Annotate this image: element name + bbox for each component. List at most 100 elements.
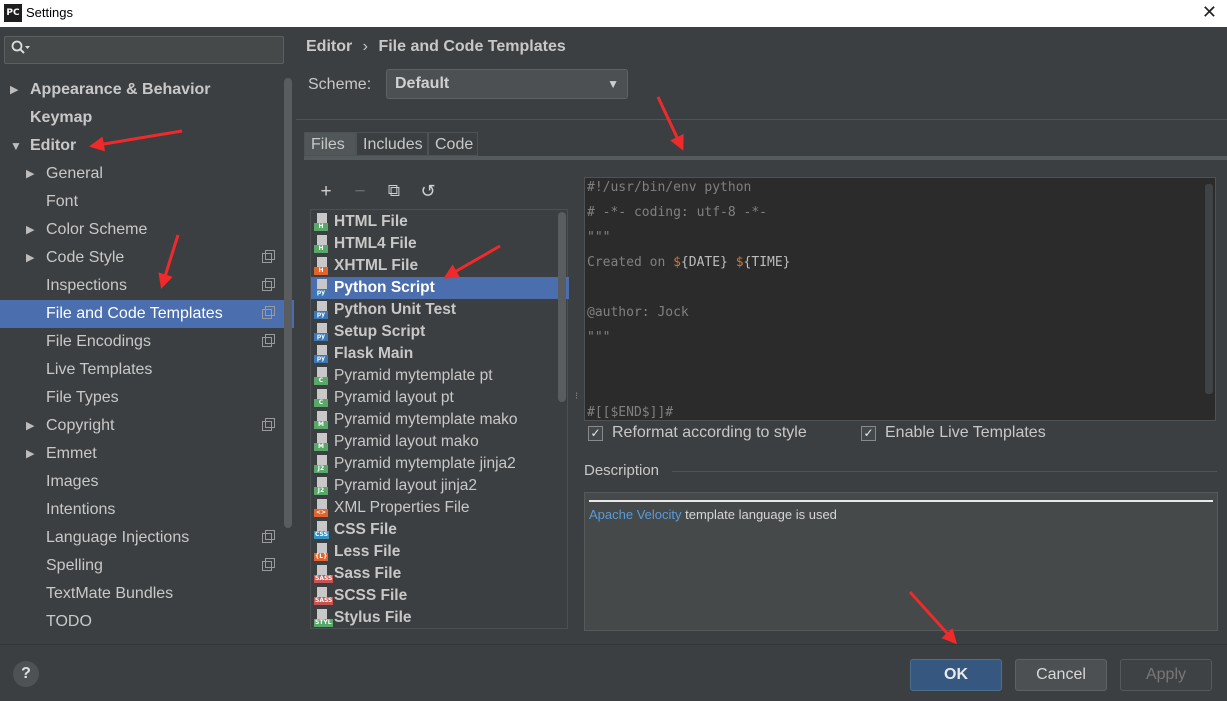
template-item[interactable]: SASS Sass File xyxy=(311,563,569,585)
sidebar-item-file-and-code-templates[interactable]: File and Code Templates xyxy=(0,300,294,328)
template-item[interactable]: C Pyramid mytemplate pt xyxy=(311,365,569,387)
copy-icon[interactable]: ⧉ xyxy=(383,181,405,201)
ok-button[interactable]: OK xyxy=(910,659,1002,691)
remove-icon[interactable]: − xyxy=(349,181,371,203)
template-item[interactable]: py Python Unit Test xyxy=(311,299,569,321)
cancel-button[interactable]: Cancel xyxy=(1015,659,1107,691)
sidebar-item-label: Inspections xyxy=(46,277,127,294)
file-type-icon: {L} xyxy=(314,543,330,561)
splitter-handle[interactable]: ⁝ xyxy=(575,392,579,402)
file-type-badge: H xyxy=(314,223,328,231)
sidebar-item-file-types[interactable]: File Types xyxy=(0,384,294,412)
sidebar-item-code-style[interactable]: ▶ Code Style xyxy=(0,244,294,272)
template-item[interactable]: py Setup Script xyxy=(311,321,569,343)
sidebar-item-inspections[interactable]: Inspections xyxy=(0,272,294,300)
collapsed-arrow-icon[interactable]: ▶ xyxy=(26,216,34,244)
sidebar-item-copyright[interactable]: ▶ Copyright xyxy=(0,412,294,440)
template-item[interactable]: M Pyramid layout mako xyxy=(311,431,569,453)
settings-search[interactable] xyxy=(4,36,284,64)
file-type-badge: py xyxy=(314,289,328,297)
template-item[interactable]: py Python Script xyxy=(311,277,569,299)
search-icon xyxy=(11,40,31,59)
code-line: # -*- coding: utf-8 -*- xyxy=(587,205,768,220)
sidebar-item-emmet[interactable]: ▶ Emmet xyxy=(0,440,294,468)
title-bar: PC Settings ✕ xyxy=(0,0,1227,27)
sidebar-item-appearance-behavior[interactable]: ▶ Appearance & Behavior xyxy=(0,76,294,104)
template-item[interactable]: H XHTML File xyxy=(311,255,569,277)
code-line: """ xyxy=(587,230,611,245)
editor-scrollbar[interactable] xyxy=(1205,184,1213,394)
template-item[interactable]: <> XML Properties File xyxy=(311,497,569,519)
template-item[interactable]: CSS CSS File xyxy=(311,519,569,541)
file-type-icon: CSS xyxy=(314,521,330,539)
template-item[interactable]: {L} Less File xyxy=(311,541,569,563)
sidebar-item-general[interactable]: ▶ General xyxy=(0,160,294,188)
template-list: H HTML File H HTML4 File H XHTML File py Python… xyxy=(310,209,569,629)
template-item[interactable]: STYL Stylus File xyxy=(311,607,569,629)
template-item[interactable]: H HTML4 File xyxy=(311,233,569,255)
template-list-scrollbar[interactable] xyxy=(558,212,566,402)
sidebar-item-todo[interactable]: TODO xyxy=(0,608,294,636)
template-item[interactable]: J2 Pyramid mytemplate jinja2 xyxy=(311,453,569,475)
sidebar-item-images[interactable]: Images xyxy=(0,468,294,496)
expanded-arrow-icon[interactable]: ▼ xyxy=(10,132,22,160)
sidebar-item-editor[interactable]: ▼ Editor xyxy=(0,132,294,160)
template-item[interactable]: J2 Pyramid layout jinja2 xyxy=(311,475,569,497)
template-item[interactable]: H HTML File xyxy=(311,211,569,233)
sidebar-item-language-injections[interactable]: Language Injections xyxy=(0,524,294,552)
file-type-icon: STYL xyxy=(314,609,333,627)
sidebar-item-file-encodings[interactable]: File Encodings xyxy=(0,328,294,356)
page-title: File and Code Templates xyxy=(378,38,566,55)
sidebar-item-label: Emmet xyxy=(46,445,97,462)
sidebar-scrollbar[interactable] xyxy=(284,78,292,528)
template-item[interactable]: SASS SCSS File xyxy=(311,585,569,607)
template-name: Setup Script xyxy=(334,323,426,340)
collapsed-arrow-icon[interactable]: ▶ xyxy=(26,160,34,188)
template-name: Sass File xyxy=(334,565,402,582)
settings-sidebar: ▶ Appearance & Behavior Keymap ▼ Editor ▶ Gene… xyxy=(0,28,294,644)
collapsed-arrow-icon[interactable]: ▶ xyxy=(26,440,34,468)
scheme-dropdown[interactable]: Default ▼ xyxy=(386,69,628,99)
file-type-icon: M xyxy=(314,411,330,429)
code-line: @author: Jock xyxy=(587,305,689,320)
sidebar-item-font[interactable]: Font xyxy=(0,188,294,216)
file-type-badge: STYL xyxy=(314,619,333,627)
template-editor[interactable]: #!/usr/bin/env python # -*- coding: utf-8… xyxy=(584,177,1216,421)
sidebar-item-live-templates[interactable]: Live Templates xyxy=(0,356,294,384)
tab-includes[interactable]: Includes xyxy=(356,132,428,156)
sidebar-item-label: Font xyxy=(46,193,79,210)
scheme-value: Default xyxy=(395,75,450,92)
file-type-badge: M xyxy=(314,421,328,429)
file-type-badge: <> xyxy=(314,509,328,517)
sidebar-item-label: Code Style xyxy=(46,249,125,266)
close-icon[interactable]: ✕ xyxy=(1202,2,1217,23)
collapsed-arrow-icon[interactable]: ▶ xyxy=(26,412,34,440)
help-button[interactable]: ? xyxy=(13,661,39,687)
project-scope-icon xyxy=(262,530,275,543)
collapsed-arrow-icon[interactable]: ▶ xyxy=(10,76,18,104)
apply-button[interactable]: Apply xyxy=(1120,659,1212,691)
search-input[interactable] xyxy=(33,39,277,63)
file-type-icon: H xyxy=(314,235,330,253)
file-type-icon: M xyxy=(314,433,330,451)
template-item[interactable]: py Flask Main xyxy=(311,343,569,365)
tab-files[interactable]: Files xyxy=(304,132,356,156)
template-item[interactable]: M Pyramid mytemplate mako xyxy=(311,409,569,431)
sidebar-item-spelling[interactable]: Spelling xyxy=(0,552,294,580)
template-item[interactable]: C Pyramid layout pt xyxy=(311,387,569,409)
sidebar-item-textmate-bundles[interactable]: TextMate Bundles xyxy=(0,580,294,608)
sidebar-item-color-scheme[interactable]: ▶ Color Scheme xyxy=(0,216,294,244)
add-icon[interactable]: + xyxy=(315,181,337,203)
velocity-link[interactable]: Apache Velocity xyxy=(589,507,682,522)
reset-icon[interactable]: ↺ xyxy=(417,181,439,202)
description-box: Apache Velocity template language is use… xyxy=(584,492,1218,631)
sidebar-item-intentions[interactable]: Intentions xyxy=(0,496,294,524)
tab-code[interactable]: Code xyxy=(428,132,478,156)
collapsed-arrow-icon[interactable]: ▶ xyxy=(26,244,34,272)
dialog-footer: ? OK Cancel Apply xyxy=(0,644,1227,701)
sidebar-item-keymap[interactable]: Keymap xyxy=(0,104,294,132)
tab-underline xyxy=(304,156,1227,160)
file-type-icon: C xyxy=(314,367,330,385)
code-token: $ xyxy=(673,255,681,270)
code-line: #[[$END$]]# xyxy=(587,405,674,420)
